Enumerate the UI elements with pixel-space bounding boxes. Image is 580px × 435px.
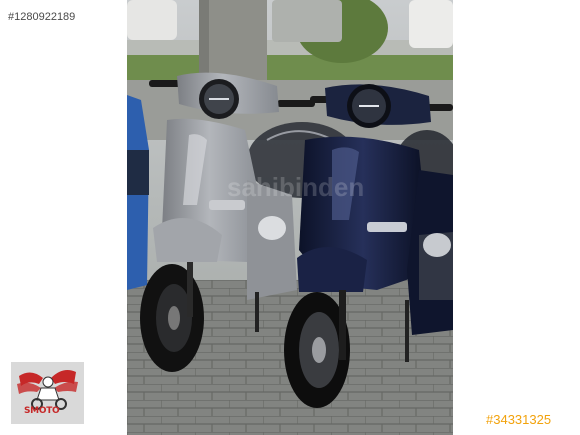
scooter-photo: sahibinden <box>127 0 453 435</box>
seller-logo: SMOTO <box>11 362 84 424</box>
watermark-text: sahibinden <box>227 172 364 202</box>
image-id-label: #1280922189 <box>8 11 76 23</box>
logo-text: SMOTO <box>24 406 60 416</box>
listing-id-label: #34331325 <box>486 412 552 427</box>
